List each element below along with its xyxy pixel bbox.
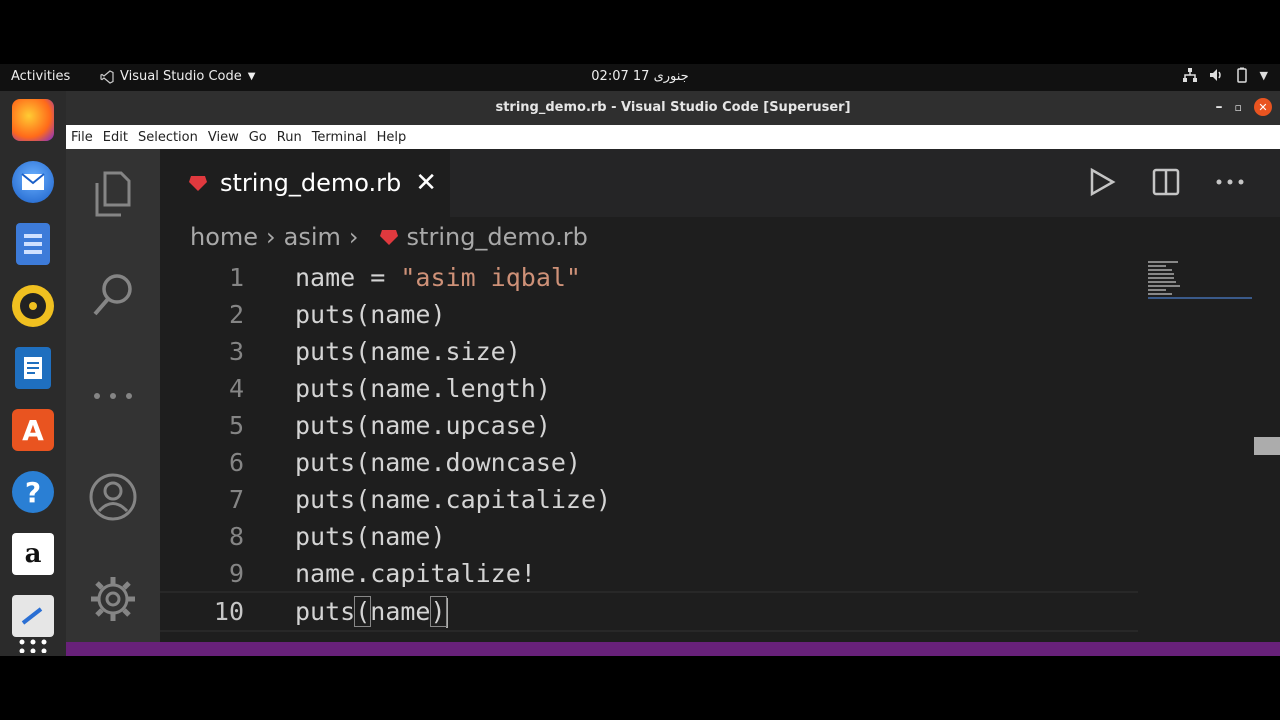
code-line[interactable]: 2 puts(name) xyxy=(160,296,1140,333)
code-line[interactable]: 3 puts(name.size) xyxy=(160,333,1140,370)
line-number: 5 xyxy=(228,411,244,440)
editor-icon[interactable] xyxy=(12,595,54,637)
menu-terminal[interactable]: Terminal xyxy=(307,130,372,145)
software-icon[interactable]: A xyxy=(12,409,54,451)
bracket-match: ( xyxy=(354,596,372,627)
line-number: 1 xyxy=(228,263,244,292)
code-text: puts(name.size) xyxy=(295,337,521,366)
code-text: puts(name.length) xyxy=(295,374,551,403)
ruby-file-icon xyxy=(379,230,398,245)
thunderbird-icon[interactable] xyxy=(12,161,54,203)
dock: A ? a xyxy=(0,91,66,656)
menu-selection[interactable]: Selection xyxy=(133,130,203,145)
editor-area[interactable]: home › asim › string_demo.rb 1 name = "a… xyxy=(160,217,1280,642)
code-text: puts(name) xyxy=(295,522,446,551)
window-controls: – ▫ ✕ xyxy=(1216,98,1272,116)
battery-icon[interactable] xyxy=(1234,67,1250,83)
gnome-top-bar: Activities Visual Studio Code ▼ 02:07 جن… xyxy=(0,64,1280,91)
code-line[interactable]: 1 name = "asim iqbal" xyxy=(160,259,1140,296)
more-icon[interactable] xyxy=(88,371,138,421)
more-actions-icon[interactable] xyxy=(1216,179,1244,185)
breadcrumb-asim[interactable]: asim xyxy=(284,223,341,251)
editor-actions xyxy=(1088,167,1244,197)
code-line[interactable]: 9 name.capitalize! xyxy=(160,555,1140,592)
code-line[interactable]: 7 puts(name.capitalize) xyxy=(160,481,1140,518)
menu-run[interactable]: Run xyxy=(272,130,307,145)
code-text: name = "asim iqbal" xyxy=(295,263,581,292)
app-menu[interactable]: Visual Studio Code ▼ xyxy=(100,69,255,84)
maximize-button[interactable]: ▫ xyxy=(1235,101,1242,114)
code-text: name.capitalize! xyxy=(295,559,536,588)
app-menu-label: Visual Studio Code xyxy=(120,69,242,84)
menu-file[interactable]: File xyxy=(66,130,98,145)
tab-string-demo[interactable]: string_demo.rb ✕ xyxy=(160,149,450,217)
minimap[interactable] xyxy=(1148,261,1252,301)
vscode-small-icon xyxy=(100,69,114,84)
minimize-button[interactable]: – xyxy=(1216,99,1223,115)
writer-icon[interactable] xyxy=(15,347,51,389)
code-text: puts(name.upcase) xyxy=(295,411,551,440)
code-line[interactable]: 8 puts(name) xyxy=(160,518,1140,555)
ruby-file-icon xyxy=(189,176,207,191)
rhythmbox-icon[interactable] xyxy=(12,285,54,327)
code-line[interactable]: 4 puts(name.length) xyxy=(160,370,1140,407)
split-editor-icon[interactable] xyxy=(1152,168,1180,196)
menu-bar: File Edit Selection View Go Run Terminal… xyxy=(66,125,1280,149)
code-text: puts(name.downcase) xyxy=(295,448,581,477)
breadcrumb: home › asim › string_demo.rb xyxy=(190,223,588,251)
chevron-down-icon: ▼ xyxy=(247,71,256,82)
run-icon[interactable] xyxy=(1088,167,1116,197)
text-cursor xyxy=(445,598,448,628)
window-titlebar[interactable]: string_demo.rb - Visual Studio Code [Sup… xyxy=(66,91,1280,125)
close-icon[interactable]: ✕ xyxy=(415,168,437,198)
line-number: 2 xyxy=(228,300,244,329)
firefox-icon[interactable] xyxy=(12,99,54,141)
files-icon[interactable] xyxy=(16,223,50,265)
volume-icon[interactable] xyxy=(1208,67,1224,83)
editor-tab-bar: string_demo.rb ✕ xyxy=(160,149,1280,217)
tab-label: string_demo.rb xyxy=(220,169,402,197)
clock[interactable]: 02:07 جنوری 17 xyxy=(560,69,720,84)
menu-go[interactable]: Go xyxy=(244,130,272,145)
search-icon[interactable] xyxy=(88,269,138,319)
help-icon[interactable]: ? xyxy=(12,471,54,513)
chevron-right-icon: › xyxy=(266,223,276,251)
line-number: 6 xyxy=(228,448,244,477)
window-title: string_demo.rb - Visual Studio Code [Sup… xyxy=(495,100,851,115)
line-number: 8 xyxy=(228,522,244,551)
account-icon[interactable] xyxy=(88,472,138,522)
scrollbar-thumb[interactable] xyxy=(1254,437,1280,455)
close-button[interactable]: ✕ xyxy=(1254,98,1272,116)
chevron-down-icon[interactable]: ▼ xyxy=(1260,69,1268,82)
line-number: 10 xyxy=(213,597,244,626)
code-line-current[interactable]: 10 puts(name) xyxy=(160,591,1138,632)
code-text: puts(name) xyxy=(295,596,448,628)
code-text: puts(name) xyxy=(295,300,446,329)
chevron-right-icon: › xyxy=(348,223,359,251)
line-number: 7 xyxy=(228,485,244,514)
explorer-icon[interactable] xyxy=(88,169,138,219)
settings-gear-icon[interactable] xyxy=(88,574,138,624)
line-number: 9 xyxy=(228,559,244,588)
code-line[interactable]: 5 puts(name.upcase) xyxy=(160,407,1140,444)
amazon-icon[interactable]: a xyxy=(12,533,54,575)
line-number: 4 xyxy=(228,374,244,403)
menu-edit[interactable]: Edit xyxy=(98,130,133,145)
line-number: 3 xyxy=(228,337,244,366)
network-icon[interactable] xyxy=(1182,67,1198,83)
breadcrumb-file[interactable]: string_demo.rb xyxy=(407,223,588,251)
system-tray[interactable]: ▼ xyxy=(1182,67,1268,83)
menu-help[interactable]: Help xyxy=(372,130,412,145)
menu-view[interactable]: View xyxy=(203,130,244,145)
app-grid-icon[interactable] xyxy=(12,637,54,655)
string-literal: "asim iqbal" xyxy=(400,263,581,292)
code-line[interactable]: 6 puts(name.downcase) xyxy=(160,444,1140,481)
activities-button[interactable]: Activities xyxy=(11,69,70,84)
breadcrumb-home[interactable]: home xyxy=(190,223,258,251)
bracket-match: ) xyxy=(429,596,447,627)
activity-bar xyxy=(66,149,160,642)
code-text: puts(name.capitalize) xyxy=(295,485,612,514)
status-bar xyxy=(66,642,1280,656)
